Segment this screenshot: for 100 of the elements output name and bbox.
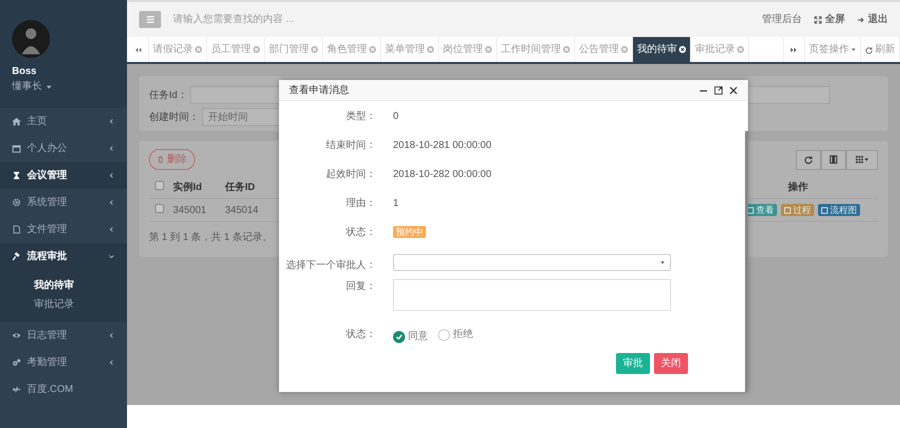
- tab[interactable]: 审批记录: [691, 37, 749, 62]
- search-field[interactable]: 请输入您需要查找的内容 ...: [173, 12, 750, 27]
- field-value: 1: [393, 198, 399, 209]
- close-icon: [737, 46, 744, 53]
- table-summary: 第 1 到 1 条，共 1 条记录。: [149, 232, 272, 243]
- field-label: 状态：: [346, 227, 376, 238]
- user-name: Boss: [12, 65, 36, 79]
- field-label: 选择下一个审批人：: [286, 260, 376, 271]
- eye-icon: [12, 331, 21, 340]
- close-icon: [621, 46, 628, 53]
- approver-select[interactable]: [393, 254, 671, 271]
- tab-actions-dropdown[interactable]: 页签操作: [805, 37, 861, 62]
- status-badge: 预约中: [393, 226, 426, 238]
- gears-icon: [12, 358, 21, 367]
- field-value: 2018-10-282 00:00:00: [393, 169, 492, 180]
- close-icon: [369, 46, 376, 53]
- refresh-icon: [804, 155, 813, 164]
- field-label: 起效时间：: [326, 169, 376, 180]
- tab[interactable]: 部门管理: [265, 37, 323, 62]
- sidebar-item[interactable]: 考勤管理: [0, 349, 127, 376]
- reply-field[interactable]: [393, 279, 671, 311]
- close-icon: [253, 46, 260, 53]
- close-icon: [485, 46, 492, 53]
- checkbox[interactable]: [155, 180, 164, 190]
- chevron-left-icon: [108, 332, 115, 339]
- caret-icon: [660, 260, 665, 265]
- double-right-icon: [790, 46, 798, 54]
- chevron-left-icon: [108, 172, 115, 179]
- columns-icon: [829, 155, 838, 164]
- tab[interactable]: 菜单管理: [381, 37, 439, 62]
- trash-icon: [157, 156, 164, 163]
- user-role[interactable]: 懂事长: [12, 79, 42, 94]
- close-icon: [563, 46, 570, 53]
- field-label: 回复：: [346, 281, 376, 292]
- sidebar-item[interactable]: 文件管理: [0, 216, 127, 243]
- radio-option[interactable]: 同意: [393, 329, 428, 344]
- sidebar-item[interactable]: 系统管理: [0, 189, 127, 216]
- scroll-right-button[interactable]: [783, 37, 805, 62]
- tab[interactable]: 工作时间管理: [497, 37, 575, 62]
- refresh-button[interactable]: [796, 150, 821, 170]
- tab[interactable]: 角色管理: [323, 37, 381, 62]
- tab[interactable]: 员工管理: [207, 37, 265, 62]
- admin-link[interactable]: 管理后台: [762, 12, 802, 27]
- chevron-left-icon: [108, 118, 115, 125]
- sidebar-item[interactable]: 主页: [0, 108, 127, 135]
- chevron-left-icon: [108, 226, 115, 233]
- sidebar-item[interactable]: 百度.COM: [0, 376, 127, 403]
- caret-icon: [851, 47, 856, 52]
- chevron-left-icon: [108, 199, 115, 206]
- grid-menu-button[interactable]: [846, 150, 878, 170]
- close-icon: [311, 46, 318, 53]
- calendar-icon: [12, 144, 21, 153]
- action-button[interactable]: 过程: [781, 204, 814, 216]
- menu-icon: [146, 15, 154, 24]
- columns-button[interactable]: [821, 150, 846, 170]
- submenu-item[interactable]: 我的待审: [34, 276, 127, 295]
- radio-icon[interactable]: [438, 328, 450, 340]
- close-icon: [679, 46, 686, 53]
- close-icon: [427, 46, 434, 53]
- table-cell-text: 345014: [225, 204, 260, 218]
- approve-button[interactable]: 审批: [616, 353, 650, 374]
- menu-button[interactable]: [139, 11, 161, 28]
- tab[interactable]: 我的待审: [633, 37, 691, 62]
- close-button[interactable]: 关闭: [654, 353, 688, 374]
- sidebar-item[interactable]: 会议管理: [0, 162, 127, 189]
- logout-link[interactable]: 退出: [857, 12, 888, 27]
- submenu-item[interactable]: 审批记录: [34, 295, 127, 314]
- field-label: 创建时间：: [149, 110, 199, 124]
- field-value: 0: [393, 111, 399, 122]
- field-label: 类型：: [346, 111, 376, 122]
- sidebar-item[interactable]: 个人办公: [0, 135, 127, 162]
- field-label: 任务Id：: [149, 88, 188, 102]
- chevron-left-icon: [108, 359, 115, 366]
- field-label: 理由：: [346, 198, 376, 209]
- sidebar-item[interactable]: 日志管理: [0, 322, 127, 349]
- refresh-button[interactable]: 刷新: [861, 37, 900, 62]
- action-button[interactable]: 流程图: [818, 204, 860, 216]
- fullscreen-link[interactable]: 全屏: [814, 12, 845, 27]
- chevron-down-icon: [108, 253, 115, 260]
- close-icon: [195, 46, 202, 53]
- file-icon: [12, 225, 21, 234]
- tab[interactable]: 岗位管理: [439, 37, 497, 62]
- gavel-icon: [12, 252, 21, 261]
- radio-option[interactable]: 拒绝: [438, 327, 473, 342]
- gear-icon: [12, 198, 21, 207]
- radio-checked-icon[interactable]: [393, 330, 405, 342]
- chevron-left-icon: [108, 145, 115, 152]
- refresh-icon: [865, 46, 873, 54]
- sidebar-item[interactable]: 流程审批: [0, 243, 127, 270]
- field-value: 2018-10-281 00:00:00: [393, 140, 492, 151]
- column-header: 任务ID: [225, 180, 256, 194]
- avatar: [12, 20, 50, 58]
- dialog-title: 查看申请消息: [289, 84, 350, 98]
- expand-icon: [814, 16, 822, 24]
- checkbox[interactable]: [155, 204, 164, 212]
- maximize-icon[interactable]: [714, 86, 723, 94]
- close-icon[interactable]: [729, 86, 738, 94]
- tab[interactable]: 请假记录: [149, 37, 207, 62]
- table-cell-text: 345001: [173, 204, 208, 218]
- double-left-icon: [134, 46, 142, 54]
